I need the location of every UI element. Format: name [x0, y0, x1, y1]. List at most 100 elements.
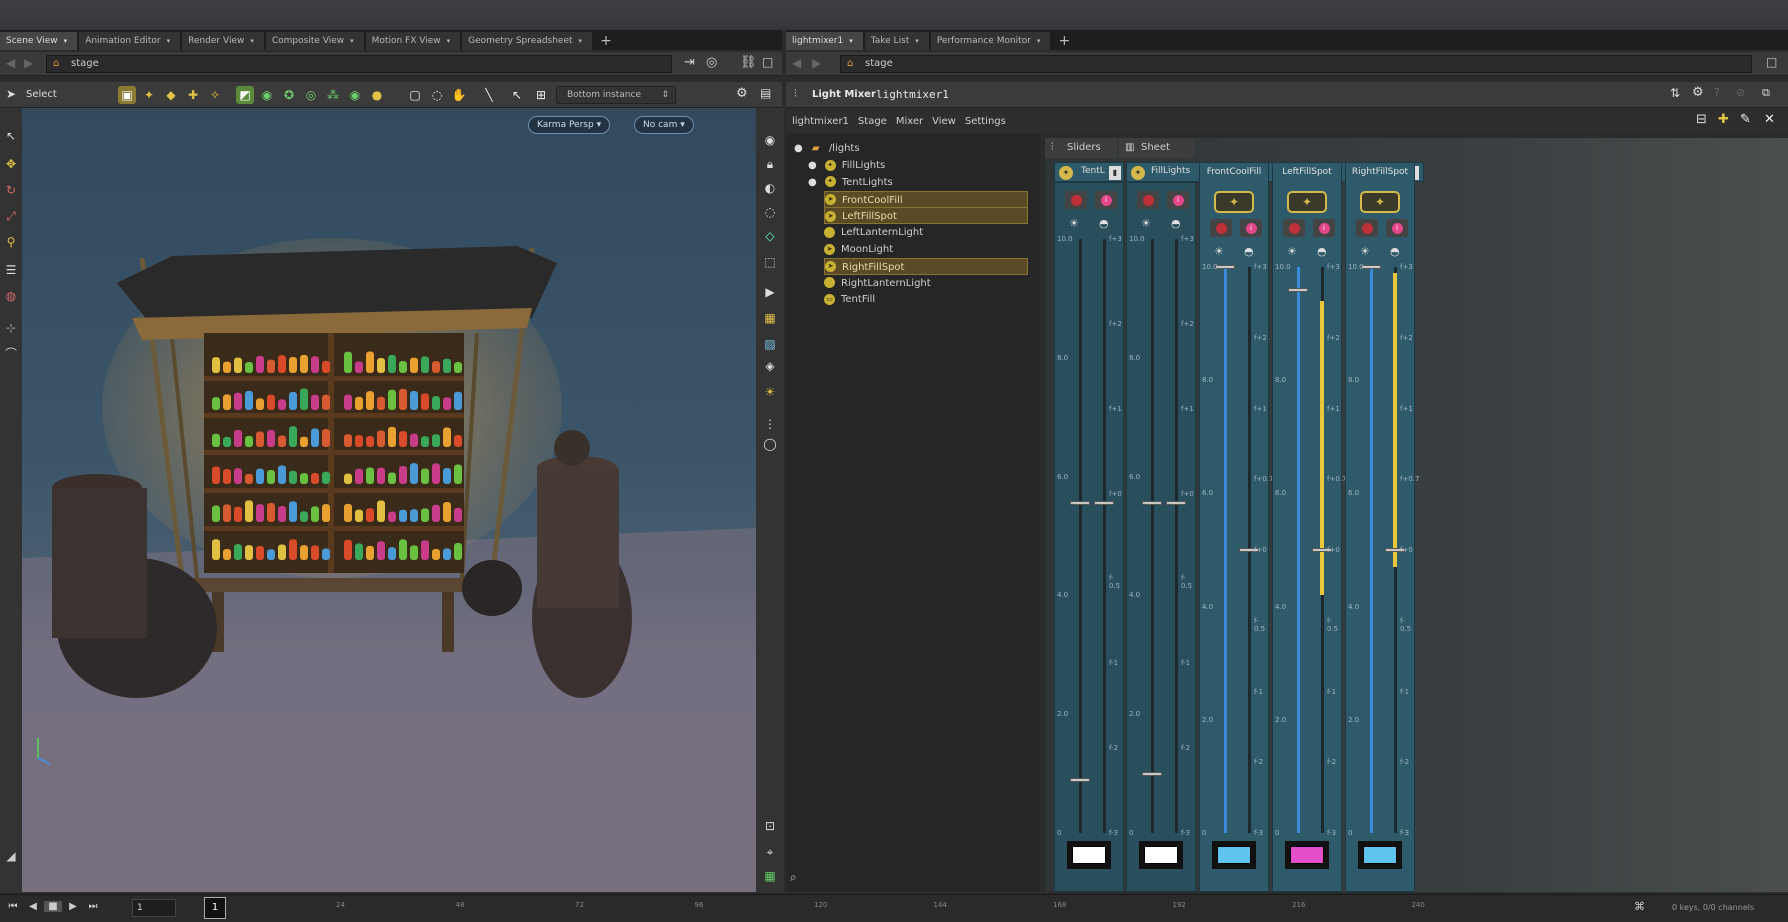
- light-color-swatch[interactable]: [1139, 841, 1183, 869]
- right-tab-0[interactable]: lightmixer1 ▾: [786, 32, 863, 50]
- light-color-swatch[interactable]: [1285, 841, 1329, 869]
- tree-item[interactable]: ➤ FrontCoolFill: [824, 190, 1028, 208]
- grid-icon[interactable]: ▦: [762, 868, 778, 884]
- tab-menu-icon[interactable]: ▾: [350, 37, 354, 45]
- collapse-group-icon[interactable]: ▮: [1109, 166, 1121, 180]
- eye-icon[interactable]: ◉: [762, 132, 778, 148]
- tree-item[interactable]: ● ✦ TentLights: [808, 174, 893, 191]
- object-select-icon[interactable]: ◉: [258, 86, 276, 104]
- isolate-toggle[interactable]: i: [1095, 191, 1117, 209]
- visibility-icon[interactable]: ◐: [762, 180, 778, 196]
- intensity-track[interactable]: [1370, 267, 1373, 833]
- exposure-slider-handle[interactable]: [1166, 501, 1186, 506]
- gear-icon[interactable]: ⚙: [736, 86, 748, 101]
- tab-menu-icon[interactable]: ▾: [915, 37, 919, 45]
- exposure-track[interactable]: [1175, 239, 1178, 833]
- tab-menu-icon[interactable]: ▾: [167, 37, 171, 45]
- lasso-select-icon[interactable]: ◌: [428, 86, 446, 104]
- light-bulb-icon[interactable]: ✎: [1740, 112, 1751, 127]
- vertices-icon[interactable]: ✧: [206, 86, 224, 104]
- tree-item[interactable]: ● ✦ FillLights: [808, 157, 885, 174]
- playhead[interactable]: 1: [204, 897, 226, 919]
- expand-toggle-icon[interactable]: ●: [808, 177, 817, 188]
- ghost-icon[interactable]: ◌: [762, 204, 778, 220]
- points-icon[interactable]: ✦: [140, 86, 158, 104]
- select-tool-label[interactable]: Select: [26, 89, 57, 100]
- light-color-swatch[interactable]: [1067, 841, 1111, 869]
- isolate-toggle[interactable]: i: [1386, 219, 1408, 237]
- tab-menu-icon[interactable]: ▾: [849, 37, 853, 45]
- instance-dropdown[interactable]: Bottom instance ⇕: [556, 86, 676, 104]
- add-light-icon[interactable]: ✚: [1718, 112, 1729, 127]
- collapse-icon[interactable]: ⋮: [762, 416, 778, 432]
- play-icon[interactable]: ▶: [64, 901, 82, 912]
- tree-item[interactable]: ➤ MoonLight: [824, 241, 893, 258]
- unlink-icon[interactable]: ⊘: [1736, 86, 1745, 99]
- tree-item[interactable]: LeftLanternLight: [824, 224, 923, 241]
- tree-item[interactable]: ➤ RightFillSpot: [824, 257, 1028, 275]
- enable-toggle[interactable]: [1356, 219, 1378, 237]
- wireframe-icon[interactable]: ▨: [762, 336, 778, 352]
- background-icon[interactable]: ◈: [762, 358, 778, 374]
- exposure-slider-handle[interactable]: [1094, 501, 1114, 506]
- maximize-icon[interactable]: □: [1766, 55, 1777, 69]
- edges-icon[interactable]: ◆: [162, 86, 180, 104]
- scene-viewport[interactable]: Karma Persp ▾ No cam ▾: [22, 108, 756, 892]
- instance-select-icon[interactable]: ◉: [346, 86, 364, 104]
- back-arrow-icon[interactable]: ◀: [792, 56, 801, 70]
- flipbook-icon[interactable]: ▶: [762, 284, 778, 300]
- forward-arrow-icon[interactable]: ▶: [812, 56, 821, 70]
- enable-toggle[interactable]: [1283, 219, 1305, 237]
- tree-root[interactable]: ● ▰ /lights: [794, 140, 860, 157]
- intensity-track[interactable]: [1079, 239, 1082, 833]
- add-tab-icon[interactable]: +: [594, 32, 618, 50]
- step-back-icon[interactable]: ◀: [24, 901, 42, 912]
- menu-stage[interactable]: Stage: [858, 116, 887, 127]
- tab-menu-icon[interactable]: ▾: [447, 37, 451, 45]
- tab-menu-icon[interactable]: ▾: [64, 37, 68, 45]
- solo-light-icon[interactable]: ✦: [1360, 191, 1400, 213]
- left-tab-5[interactable]: Geometry Spreadsheet ▾: [462, 32, 593, 50]
- solo-light-icon[interactable]: ✦: [1214, 191, 1254, 213]
- maximize-icon[interactable]: □: [762, 55, 773, 69]
- box-select-icon[interactable]: ◩: [236, 86, 254, 104]
- enable-toggle[interactable]: [1137, 191, 1159, 209]
- camera-icon[interactable]: ⌖: [762, 844, 778, 860]
- node-name-label[interactable]: lightmixer1: [876, 88, 949, 101]
- snap-icon[interactable]: ⊹: [3, 320, 19, 336]
- forward-arrow-icon[interactable]: ▶: [24, 56, 33, 70]
- prims-icon[interactable]: ✚: [184, 86, 202, 104]
- hierarchy-select-icon[interactable]: ⁂: [324, 86, 342, 104]
- tree-item[interactable]: ➤ LeftFillSpot: [824, 207, 1028, 225]
- right-tab-1[interactable]: Take List ▾: [864, 32, 929, 50]
- pointer-icon[interactable]: ➤: [6, 87, 16, 101]
- help-icon[interactable]: ?: [1714, 86, 1720, 99]
- select-mode-icon[interactable]: ▣: [118, 86, 136, 104]
- cam-menu[interactable]: No cam ▾: [634, 116, 694, 134]
- handle-tool-icon[interactable]: ⚲: [3, 234, 19, 250]
- group-header-tent[interactable]: ✦ TentL ▮: [1054, 162, 1124, 182]
- menu-settings[interactable]: Settings: [965, 116, 1006, 127]
- move-tool-icon[interactable]: ✥: [3, 156, 19, 172]
- intensity-slider-handle[interactable]: [1215, 265, 1235, 269]
- isolate-toggle[interactable]: i: [1313, 219, 1335, 237]
- tab-sheet[interactable]: ▥ Sheet: [1119, 138, 1195, 158]
- select-tool-icon[interactable]: ↖: [3, 128, 19, 144]
- left-path-field[interactable]: ⌂ stage: [46, 55, 672, 73]
- brush-select-icon[interactable]: ✋: [450, 86, 468, 104]
- gear-icon[interactable]: ⚙: [1692, 85, 1704, 100]
- leaf-select-icon[interactable]: ●: [368, 86, 386, 104]
- intensity-slider-handle[interactable]: [1288, 287, 1308, 292]
- intensity-track[interactable]: [1151, 239, 1154, 833]
- intensity-slider-handle[interactable]: [1070, 501, 1090, 506]
- audio-icon[interactable]: ◢: [3, 848, 19, 864]
- key-icon[interactable]: ⌘: [1634, 900, 1645, 913]
- menu-view[interactable]: View: [932, 116, 956, 127]
- snapshot-icon[interactable]: ⊡: [762, 818, 778, 834]
- close-icon[interactable]: ✕: [1764, 112, 1775, 127]
- menu-node[interactable]: lightmixer1: [792, 116, 849, 127]
- display-options-icon[interactable]: ▤: [760, 86, 771, 100]
- menu-mixer[interactable]: Mixer: [896, 116, 923, 127]
- scale-tool-icon[interactable]: ⤢: [3, 208, 19, 224]
- isolate-toggle[interactable]: i: [1167, 191, 1189, 209]
